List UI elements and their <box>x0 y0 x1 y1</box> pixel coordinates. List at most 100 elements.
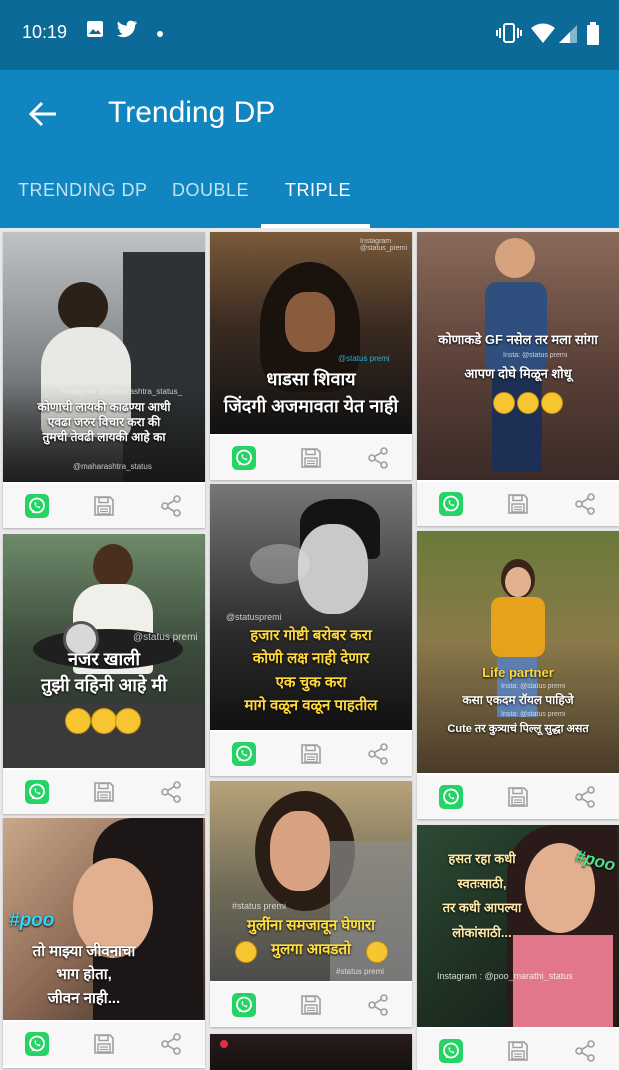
dp-card: Life partner Insta: @status premi कसा एक… <box>417 531 619 819</box>
signal-icon <box>559 25 577 43</box>
quote-line: जिंदगी अजमावता येत नाही <box>223 396 399 416</box>
watermark: Instagram @status_premi <box>360 238 408 252</box>
dp-image[interactable]: Instagram @status_premi @status premi धा… <box>210 232 412 434</box>
quote-line: आपण दोघे मिळून शोधू <box>464 366 572 381</box>
battery-icon <box>587 22 599 45</box>
watermark: Insta: @status premi <box>503 352 568 359</box>
share-icon[interactable] <box>573 1039 597 1063</box>
share-icon[interactable] <box>573 785 597 809</box>
dp-image[interactable] <box>210 1034 412 1070</box>
dp-image[interactable]: कोणाकडे GF नसेल तर मला सांगा Insta: @sta… <box>417 232 619 480</box>
dp-card: #poo हसत रहा कधी स्वतःसाठी, तर कधी आपल्य… <box>417 825 619 1070</box>
card-actions <box>210 983 412 1027</box>
watermark: Instagram @maharashtra_status_ <box>61 387 183 396</box>
grinning-emoji <box>517 392 539 414</box>
heart-eyes-emoji <box>115 708 141 734</box>
tab-double[interactable]: DOUBLE <box>172 180 249 201</box>
save-icon[interactable] <box>92 1032 116 1056</box>
dp-card: Instagram @maharashtra_status_ कोणाची ला… <box>3 232 205 528</box>
card-actions <box>3 484 205 528</box>
watermark: #status premi <box>232 901 287 911</box>
save-icon[interactable] <box>299 993 323 1017</box>
dp-card: कोणाकडे GF नसेल तर मला सांगा Insta: @sta… <box>417 232 619 526</box>
share-icon[interactable] <box>159 494 183 518</box>
tab-triple[interactable]: TRIPLE <box>285 180 351 201</box>
grinning-emoji <box>493 392 515 414</box>
page-title: Trending DP <box>108 96 276 129</box>
watermark: Insta: @status premi <box>501 711 566 718</box>
hashtag: #poo <box>9 910 55 931</box>
save-icon[interactable] <box>92 494 116 518</box>
quote-line: मागे वळून वळून पाहतील <box>244 696 378 714</box>
tab-bar: TRENDING DP DOUBLE TRIPLE <box>0 158 619 228</box>
quote-line: धाडसा शिवाय <box>266 369 356 389</box>
status-bar: 10:19 <box>0 0 619 70</box>
save-icon[interactable] <box>92 780 116 804</box>
dp-image[interactable]: Instagram @maharashtra_status_ कोणाची ला… <box>3 232 205 482</box>
heart-eyes-emoji <box>366 941 388 963</box>
save-icon[interactable] <box>506 1039 530 1063</box>
quote-line: तर कधी आपल्या <box>442 900 522 916</box>
card-actions <box>3 1022 205 1066</box>
share-icon[interactable] <box>366 742 390 766</box>
quote-line: नजर खाली <box>68 649 140 669</box>
notification-dot-icon <box>157 31 163 37</box>
vibrate-icon <box>496 23 522 43</box>
save-icon[interactable] <box>299 742 323 766</box>
quote-line: लोकांसाठी... <box>452 925 512 941</box>
share-icon[interactable] <box>573 492 597 516</box>
save-icon[interactable] <box>506 785 530 809</box>
save-icon[interactable] <box>506 492 530 516</box>
whatsapp-share-icon[interactable] <box>232 993 256 1017</box>
back-arrow-icon[interactable] <box>26 94 66 134</box>
share-icon[interactable] <box>159 780 183 804</box>
gallery-icon <box>87 21 103 37</box>
dp-image[interactable]: @statuspremi हजार गोष्टी बरोबर करा कोणी … <box>210 484 412 730</box>
card-actions <box>210 436 412 480</box>
whatsapp-share-icon[interactable] <box>25 780 49 804</box>
card-actions <box>417 1029 619 1070</box>
dp-image[interactable]: #poo तो माझ्या जीवनाचा भाग होता, जीवन ना… <box>3 818 205 1020</box>
whatsapp-share-icon[interactable] <box>232 742 256 766</box>
quote-line: एक चुक करा <box>275 673 347 691</box>
dp-image[interactable]: @status premi नजर खाली तुझी वहिनी आहे मी <box>3 534 205 768</box>
whatsapp-share-icon[interactable] <box>439 492 463 516</box>
watermark: @statuspremi <box>226 612 282 622</box>
dp-image[interactable]: #poo हसत रहा कधी स्वतःसाठी, तर कधी आपल्य… <box>417 825 619 1027</box>
whatsapp-share-icon[interactable] <box>439 785 463 809</box>
dp-image[interactable]: #status premi मुलींना समजावून घेणारा मुल… <box>210 781 412 981</box>
card-actions <box>210 732 412 776</box>
tab-trending-dp[interactable]: TRENDING DP <box>18 180 148 201</box>
quote-line: तुझी वहिनी आहे मी <box>41 675 167 696</box>
heart-eyes-emoji <box>235 941 257 963</box>
quote-line: भाग होता, <box>56 966 112 984</box>
watermark: Instagram : @poo_marathi_status <box>437 971 573 981</box>
quote-line: एवढा जरुर विचार करा की <box>47 415 161 429</box>
dp-card <box>210 1034 412 1070</box>
whatsapp-share-icon[interactable] <box>439 1039 463 1063</box>
whatsapp-share-icon[interactable] <box>232 446 256 470</box>
quote-line: कोणाची लायकी काढण्या आधी <box>37 400 171 414</box>
card-actions <box>417 775 619 819</box>
quote-line: Cute तर कुत्र्याचं पिल्लू सुद्धा असत <box>447 723 589 735</box>
card-actions <box>417 482 619 526</box>
save-icon[interactable] <box>299 446 323 470</box>
share-icon[interactable] <box>366 993 390 1017</box>
dp-image[interactable]: Life partner Insta: @status premi कसा एक… <box>417 531 619 773</box>
whatsapp-share-icon[interactable] <box>25 494 49 518</box>
dp-card: @status premi नजर खाली तुझी वहिनी आहे मी <box>3 534 205 814</box>
watermark: @status premi <box>338 354 390 363</box>
quote-line: कसा एकदम रॉयल पाहिजे <box>462 693 574 707</box>
quote-line: स्वतःसाठी, <box>457 875 507 891</box>
share-icon[interactable] <box>159 1032 183 1056</box>
quote-line: मुलींना समजावून घेणारा <box>247 917 375 934</box>
status-time: 10:19 <box>22 22 68 42</box>
dp-grid[interactable]: Instagram @maharashtra_status_ कोणाची ला… <box>0 228 619 1070</box>
watermark: @maharashtra_status <box>73 462 152 471</box>
share-icon[interactable] <box>366 446 390 470</box>
quote-line: कोणी लक्ष नाही देणार <box>252 650 370 668</box>
whatsapp-share-icon[interactable] <box>25 1032 49 1056</box>
dp-card: Instagram @status_premi @status premi धा… <box>210 232 412 480</box>
watermark: Insta: @status premi <box>501 683 566 690</box>
dp-card: #poo तो माझ्या जीवनाचा भाग होता, जीवन ना… <box>3 818 205 1068</box>
